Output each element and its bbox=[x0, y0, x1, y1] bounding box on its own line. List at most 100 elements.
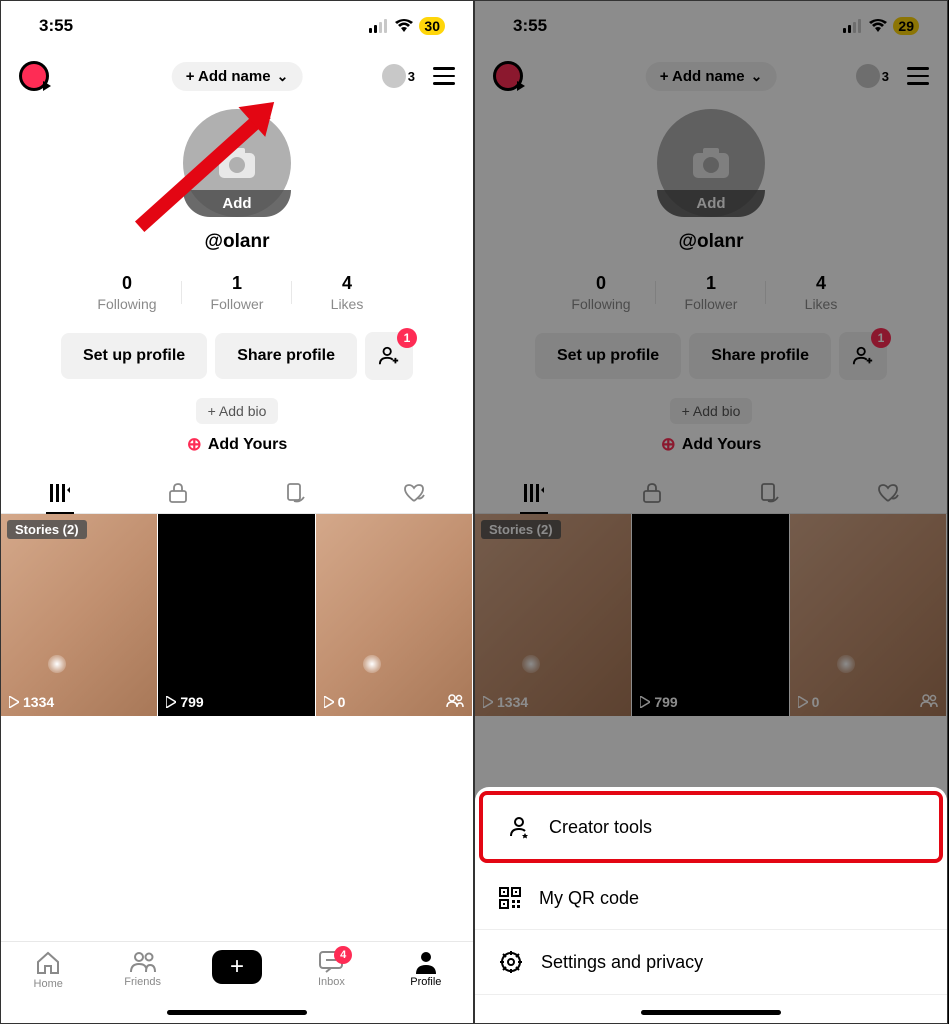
nav-inbox[interactable]: 4 Inbox bbox=[284, 950, 378, 988]
add-friend-button[interactable]: 1 bbox=[839, 332, 887, 380]
signal-icon bbox=[369, 19, 389, 33]
bookmark-icon bbox=[760, 483, 780, 503]
menu-qr-code[interactable]: My QR code bbox=[475, 867, 947, 930]
bookmark-icon bbox=[286, 483, 306, 503]
status-bar: 3:55 30 bbox=[1, 1, 473, 51]
play-count-2: 799 bbox=[166, 694, 203, 710]
add-yours-button[interactable]: ⊕ Add Yours bbox=[187, 434, 288, 455]
play-count-2: 799 bbox=[640, 694, 677, 710]
grid-item-3[interactable]: 0 bbox=[316, 514, 473, 716]
likes-stat[interactable]: 4Likes bbox=[292, 273, 402, 312]
viewers-button[interactable]: 3 bbox=[382, 64, 415, 88]
following-stat[interactable]: 0Following bbox=[546, 273, 656, 312]
stats-row: 0Following 1Follower 4Likes bbox=[72, 273, 402, 312]
gear-icon bbox=[499, 950, 523, 974]
setup-profile-button[interactable]: Set up profile bbox=[535, 333, 681, 379]
inbox-badge: 4 bbox=[334, 946, 352, 964]
tab-feed[interactable] bbox=[475, 473, 593, 513]
top-right-controls: 3 bbox=[856, 64, 929, 88]
status-right: 30 bbox=[369, 17, 445, 35]
live-icon[interactable] bbox=[19, 61, 49, 91]
friend-badge: 1 bbox=[397, 328, 417, 348]
tab-private[interactable] bbox=[119, 473, 237, 513]
friends-icon bbox=[129, 950, 157, 974]
heart-icon bbox=[403, 484, 425, 502]
tab-feed[interactable] bbox=[1, 473, 119, 513]
people-icon bbox=[446, 694, 464, 708]
following-stat[interactable]: 0Following bbox=[72, 273, 182, 312]
avatar-button[interactable]: Add bbox=[657, 109, 765, 217]
content-tabs bbox=[1, 473, 473, 514]
content-grid: Stories (2) 1334 799 0 bbox=[1, 514, 473, 716]
stories-badge: Stories (2) bbox=[481, 520, 561, 539]
add-friend-icon bbox=[378, 345, 400, 367]
lock-icon bbox=[169, 483, 187, 503]
phone-right: 3:55 29 + Add name ⌄ 3 Add @olanr bbox=[474, 0, 948, 1024]
share-profile-button[interactable]: Share profile bbox=[689, 333, 831, 379]
live-icon[interactable] bbox=[493, 61, 523, 91]
add-yours-icon: ⊕ bbox=[661, 434, 676, 455]
tab-repost[interactable] bbox=[711, 473, 829, 513]
camera-icon bbox=[219, 148, 255, 178]
grid-item-2[interactable]: 799 bbox=[158, 514, 315, 716]
tab-repost[interactable] bbox=[237, 473, 355, 513]
camera-icon bbox=[693, 148, 729, 178]
profile-section: Add @olanr 0Following 1Follower 4Likes S… bbox=[1, 101, 473, 455]
wifi-icon bbox=[869, 19, 887, 33]
follower-stat[interactable]: 1Follower bbox=[656, 273, 766, 312]
top-bar: + Add name ⌄ 3 bbox=[1, 51, 473, 101]
avatar-add-label: Add bbox=[183, 190, 291, 217]
grid-item-3[interactable]: 0 bbox=[790, 514, 947, 716]
tab-liked[interactable] bbox=[355, 473, 473, 513]
top-right-controls: 3 bbox=[382, 64, 455, 88]
grid-item-2[interactable]: 799 bbox=[632, 514, 789, 716]
tab-private[interactable] bbox=[593, 473, 711, 513]
status-time: 3:55 bbox=[39, 16, 73, 36]
create-button: + bbox=[212, 950, 262, 984]
add-name-button[interactable]: + Add name ⌄ bbox=[172, 62, 303, 91]
add-yours-icon: ⊕ bbox=[187, 434, 202, 455]
heart-icon bbox=[877, 484, 899, 502]
setup-profile-button[interactable]: Set up profile bbox=[61, 333, 207, 379]
menu-creator-tools[interactable]: Creator tools bbox=[479, 791, 943, 863]
add-bio-button[interactable]: + Add bio bbox=[196, 398, 279, 424]
add-bio-button[interactable]: + Add bio bbox=[670, 398, 753, 424]
signal-icon bbox=[843, 19, 863, 33]
likes-stat[interactable]: 4Likes bbox=[766, 273, 876, 312]
chevron-down-icon: ⌄ bbox=[751, 68, 763, 85]
nav-profile[interactable]: Profile bbox=[379, 950, 473, 988]
add-name-button[interactable]: + Add name ⌄ bbox=[646, 62, 777, 91]
nav-friends[interactable]: Friends bbox=[95, 950, 189, 988]
qr-code-icon bbox=[499, 887, 521, 909]
status-bar: 3:55 29 bbox=[475, 1, 947, 51]
action-row: Set up profile Share profile 1 bbox=[535, 332, 887, 380]
content-tabs bbox=[475, 473, 947, 514]
viewer-avatar-icon bbox=[856, 64, 880, 88]
battery-level: 29 bbox=[893, 17, 919, 35]
nav-home[interactable]: Home bbox=[1, 950, 95, 990]
share-profile-button[interactable]: Share profile bbox=[215, 333, 357, 379]
tab-liked[interactable] bbox=[829, 473, 947, 513]
menu-button[interactable] bbox=[433, 67, 455, 85]
menu-settings[interactable]: Settings and privacy bbox=[475, 930, 947, 995]
lock-icon bbox=[643, 483, 661, 503]
top-bar: + Add name ⌄ 3 bbox=[475, 51, 947, 101]
avatar-button[interactable]: Add bbox=[183, 109, 291, 217]
status-time: 3:55 bbox=[513, 16, 547, 36]
profile-icon bbox=[414, 950, 438, 974]
follower-stat[interactable]: 1Follower bbox=[182, 273, 292, 312]
chevron-down-icon: ⌄ bbox=[277, 68, 289, 85]
people-icon bbox=[920, 694, 938, 708]
play-count-1: 1334 bbox=[483, 694, 528, 710]
play-count-1: 1334 bbox=[9, 694, 54, 710]
menu-button[interactable] bbox=[907, 67, 929, 85]
grid-item-1[interactable]: Stories (2) 1334 bbox=[475, 514, 632, 716]
creator-tools-icon bbox=[507, 815, 531, 839]
grid-item-1[interactable]: Stories (2) 1334 bbox=[1, 514, 158, 716]
add-friend-button[interactable]: 1 bbox=[365, 332, 413, 380]
avatar-add-label: Add bbox=[657, 190, 765, 217]
add-yours-button[interactable]: ⊕ Add Yours bbox=[661, 434, 762, 455]
viewers-button[interactable]: 3 bbox=[856, 64, 889, 88]
nav-create[interactable]: + bbox=[190, 950, 284, 984]
home-indicator bbox=[167, 1010, 307, 1015]
